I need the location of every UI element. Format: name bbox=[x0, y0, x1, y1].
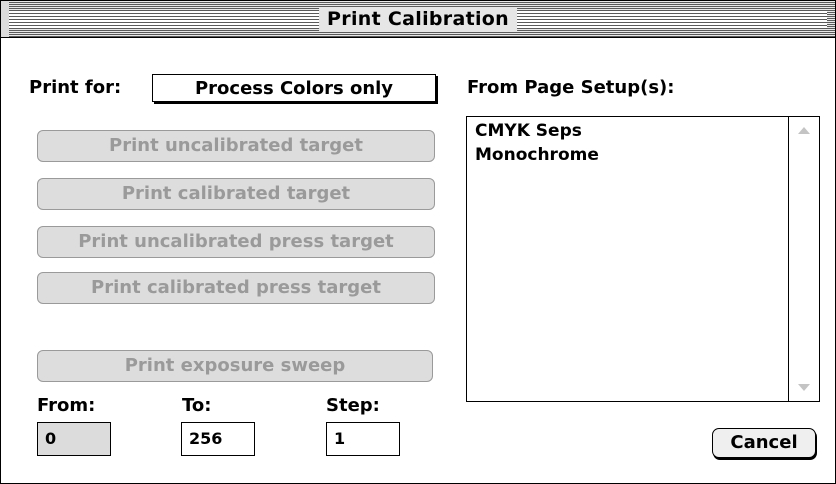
list-item[interactable]: Monochrome bbox=[475, 145, 599, 165]
cancel-button[interactable]: Cancel bbox=[712, 428, 816, 458]
from-field[interactable]: 0 bbox=[37, 422, 111, 456]
from-label: From: bbox=[37, 395, 96, 416]
scroll-up-arrow-icon[interactable] bbox=[789, 117, 818, 145]
print-uncalibrated-press-target-button[interactable]: Print uncalibrated press target bbox=[37, 226, 435, 258]
to-field[interactable]: 256 bbox=[181, 422, 255, 456]
print-for-popup[interactable]: Process Colors only bbox=[152, 74, 436, 102]
window-title: Print Calibration bbox=[319, 7, 517, 31]
print-for-label: Print for: bbox=[29, 77, 122, 98]
print-uncalibrated-target-button[interactable]: Print uncalibrated target bbox=[37, 130, 435, 162]
list-item[interactable]: CMYK Seps bbox=[475, 121, 582, 141]
page-setups-scrollbar[interactable] bbox=[788, 117, 819, 401]
step-label: Step: bbox=[326, 395, 380, 416]
print-exposure-sweep-button[interactable]: Print exposure sweep bbox=[37, 350, 433, 382]
scroll-down-arrow-icon[interactable] bbox=[789, 373, 818, 401]
page-setups-label: From Page Setup(s): bbox=[467, 77, 675, 98]
to-label: To: bbox=[182, 395, 212, 416]
title-bar-edge bbox=[1, 1, 9, 37]
print-calibrated-target-button[interactable]: Print calibrated target bbox=[37, 178, 435, 210]
title-bar[interactable]: Print Calibration bbox=[1, 1, 835, 38]
print-calibration-dialog: Print Calibration Print for: Process Col… bbox=[0, 0, 836, 484]
step-field[interactable]: 1 bbox=[326, 422, 400, 456]
page-setups-list[interactable]: CMYK Seps Monochrome bbox=[466, 116, 820, 402]
print-calibrated-press-target-button[interactable]: Print calibrated press target bbox=[37, 272, 435, 304]
